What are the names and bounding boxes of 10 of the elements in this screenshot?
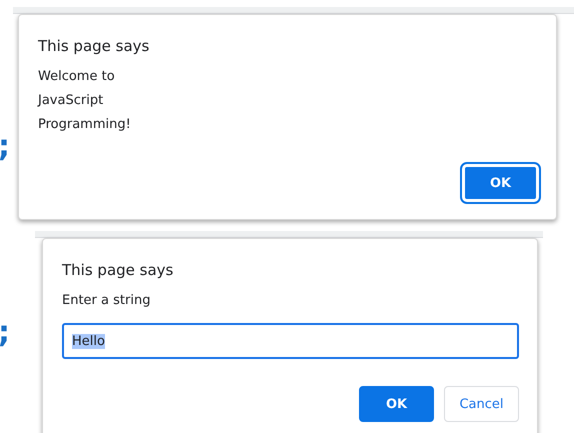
dialog-message: Enter a string bbox=[62, 292, 150, 310]
text-input[interactable]: Hello bbox=[62, 323, 519, 359]
code-fragment: ; bbox=[0, 318, 10, 348]
dialog-message: Welcome to JavaScript Programming! bbox=[38, 68, 131, 134]
ok-button[interactable]: OK bbox=[463, 165, 538, 201]
dialog-title: This page says bbox=[62, 261, 174, 279]
dialog-title: This page says bbox=[38, 37, 150, 55]
cancel-button[interactable]: Cancel bbox=[444, 386, 519, 422]
ok-button[interactable]: OK bbox=[359, 386, 434, 422]
code-fragment: ; bbox=[0, 132, 10, 162]
